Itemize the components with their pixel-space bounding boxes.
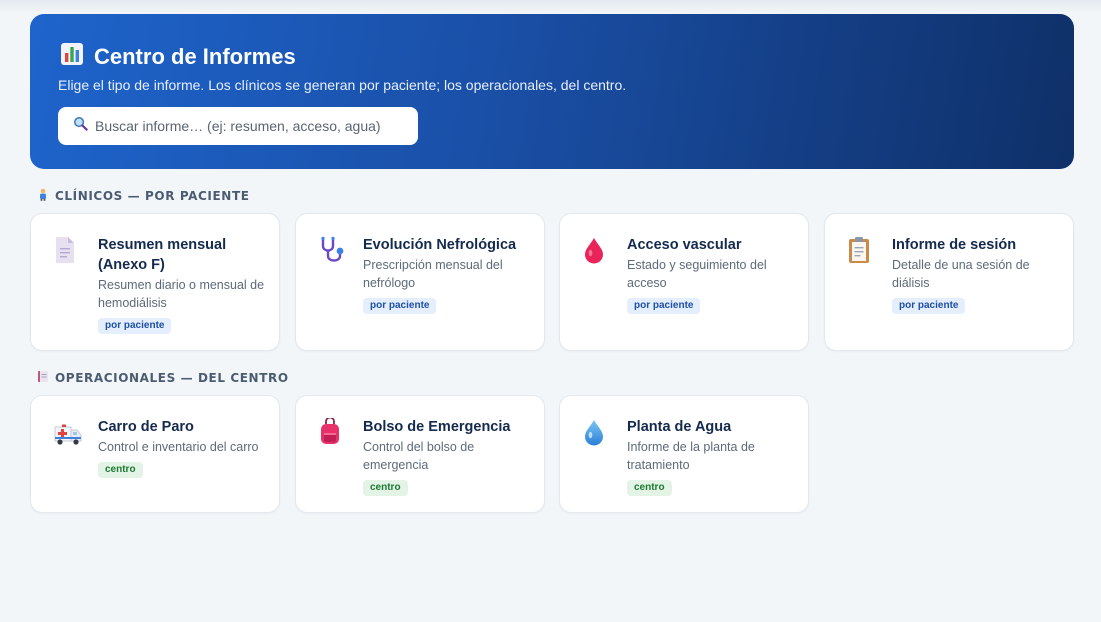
report-card-evolucion-nefrologica[interactable]: Evolución Nefrológica Prescripción mensu… — [295, 213, 545, 351]
page-subtitle: Elige el tipo de informe. Los clínicos s… — [58, 77, 627, 93]
page-title: Centro de Informes — [60, 42, 296, 72]
section-header-clinical: CLÍNICOS — POR PACIENTE — [37, 188, 250, 204]
section-label-operational: OPERACIONALES — DEL CENTRO — [55, 371, 289, 385]
card-title: Bolso de Emergencia — [363, 419, 511, 435]
card-title: Evolución Nefrológica — [363, 237, 517, 253]
search-box[interactable] — [58, 107, 418, 145]
clipboard-icon — [847, 236, 875, 266]
ambulance-icon — [53, 418, 82, 448]
scope-badge: centro — [98, 462, 143, 478]
report-card-planta-agua[interactable]: Planta de Agua Informe de la planta de t… — [559, 395, 809, 513]
section-header-operational: OPERACIONALES — DEL CENTRO — [37, 370, 289, 386]
card-title: Informe de sesión — [892, 237, 1017, 253]
report-card-carro-paro[interactable]: Carro de Paro Control e inventario del c… — [30, 395, 280, 513]
scope-badge: centro — [363, 480, 408, 496]
water-drop-icon — [582, 418, 610, 448]
card-description: Informe de la planta de tratamiento — [627, 440, 755, 472]
person-icon — [37, 188, 49, 204]
card-title: Acceso vascular — [627, 237, 742, 253]
card-description: Estado y seguimiento del acceso — [627, 258, 767, 290]
bar-chart-icon — [60, 42, 84, 72]
card-description: Resumen diario o mensual de hemodiálisis — [98, 278, 265, 310]
card-title: Planta de Agua — [627, 419, 732, 435]
section-label-clinical: CLÍNICOS — POR PACIENTE — [55, 189, 250, 203]
report-card-acceso-vascular[interactable]: Acceso vascular Estado y seguimiento del… — [559, 213, 809, 351]
ledger-icon — [37, 370, 49, 386]
search-input[interactable] — [95, 118, 395, 134]
card-description: Detalle de una sesión de diálisis — [892, 258, 1030, 290]
hero-banner: Centro de Informes Elige el tipo de info… — [30, 14, 1074, 169]
stethoscope-icon — [318, 236, 346, 266]
scope-badge: por paciente — [363, 298, 437, 314]
backpack-icon — [318, 416, 346, 448]
blood-drop-icon — [582, 236, 610, 266]
card-title: Carro de Paro — [98, 419, 194, 435]
document-icon — [53, 236, 81, 266]
scope-badge: por paciente — [627, 298, 701, 314]
page-title-text: Centro de Informes — [94, 44, 296, 69]
scope-badge: por paciente — [892, 298, 966, 314]
card-description: Control del bolso de emergencia — [363, 440, 475, 472]
top-bar-shadow — [0, 0, 1101, 14]
search-icon — [73, 116, 88, 136]
report-card-resumen-mensual[interactable]: Resumen mensual (Anexo F) Resumen diario… — [30, 213, 280, 351]
card-title: Resumen mensual (Anexo F) — [98, 237, 227, 273]
scope-badge: por paciente — [98, 318, 172, 334]
report-card-informe-sesion[interactable]: Informe de sesión Detalle de una sesión … — [824, 213, 1074, 351]
card-description: Prescripción mensual del nefrólogo — [363, 258, 503, 290]
report-card-bolso-emergencia[interactable]: Bolso de Emergencia Control del bolso de… — [295, 395, 545, 513]
card-description: Control e inventario del carro — [98, 440, 259, 454]
scope-badge: centro — [627, 480, 672, 496]
